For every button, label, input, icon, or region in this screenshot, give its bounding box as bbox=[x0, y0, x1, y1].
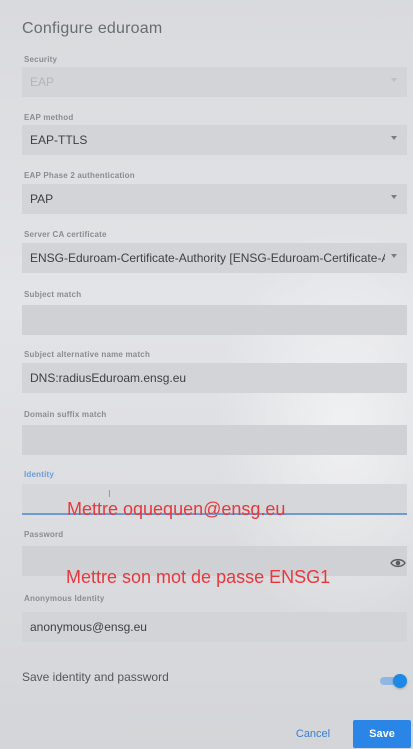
chevron-down-icon bbox=[391, 195, 397, 199]
identity-label: Identity bbox=[24, 470, 55, 479]
eye-icon[interactable] bbox=[390, 558, 406, 568]
dialog-title: Configure eduroam bbox=[22, 20, 163, 37]
save-identity-toggle[interactable] bbox=[380, 674, 407, 688]
toggle-thumb bbox=[393, 674, 407, 688]
san-match-input[interactable]: DNS:radiusEduroam.ensg.eu bbox=[22, 363, 407, 393]
phase2-value: PAP bbox=[30, 192, 54, 206]
security-label: Security bbox=[24, 55, 58, 64]
ca-cert-value: ENSG-Eduroam-Certificate-Authority [ENSG… bbox=[30, 251, 385, 265]
subject-match-input[interactable] bbox=[22, 305, 407, 335]
save-button[interactable]: Save bbox=[353, 720, 411, 748]
anonymous-identity-label: Anonymous Identity bbox=[24, 594, 105, 603]
san-match-value: DNS:radiusEduroam.ensg.eu bbox=[30, 371, 187, 385]
ca-cert-dropdown[interactable]: ENSG-Eduroam-Certificate-Authority [ENSG… bbox=[22, 243, 407, 273]
security-dropdown: EAP bbox=[22, 67, 407, 97]
wifi-config-dialog: Configure eduroam Security EAP EAP metho… bbox=[0, 0, 413, 749]
san-match-label: Subject alternative name match bbox=[24, 350, 151, 359]
phase2-dropdown[interactable]: PAP bbox=[22, 184, 407, 214]
eap-method-label: EAP method bbox=[24, 113, 74, 122]
save-identity-label: Save identity and password bbox=[22, 670, 169, 684]
chevron-down-icon bbox=[391, 136, 397, 140]
domain-suffix-label: Domain suffix match bbox=[24, 410, 107, 419]
phase2-label: EAP Phase 2 authentication bbox=[24, 171, 135, 180]
subject-match-label: Subject match bbox=[24, 290, 82, 299]
identity-annotation: Mettre oquequen@ensg.eu bbox=[67, 499, 286, 519]
security-value: EAP bbox=[30, 75, 55, 89]
password-label: Password bbox=[24, 530, 64, 539]
chevron-down-icon bbox=[391, 254, 397, 258]
ca-cert-label: Server CA certificate bbox=[24, 230, 107, 239]
password-annotation: Mettre son mot de passe ENSG1 bbox=[66, 567, 331, 587]
anonymous-identity-input[interactable]: anonymous@ensg.eu bbox=[22, 612, 407, 642]
eap-method-value: EAP-TTLS bbox=[30, 133, 88, 147]
domain-suffix-input[interactable] bbox=[22, 425, 407, 455]
anonymous-identity-value: anonymous@ensg.eu bbox=[30, 620, 147, 634]
eap-method-dropdown[interactable]: EAP-TTLS bbox=[22, 125, 407, 155]
chevron-down-icon bbox=[391, 78, 397, 82]
cancel-button[interactable]: Cancel bbox=[281, 720, 345, 748]
